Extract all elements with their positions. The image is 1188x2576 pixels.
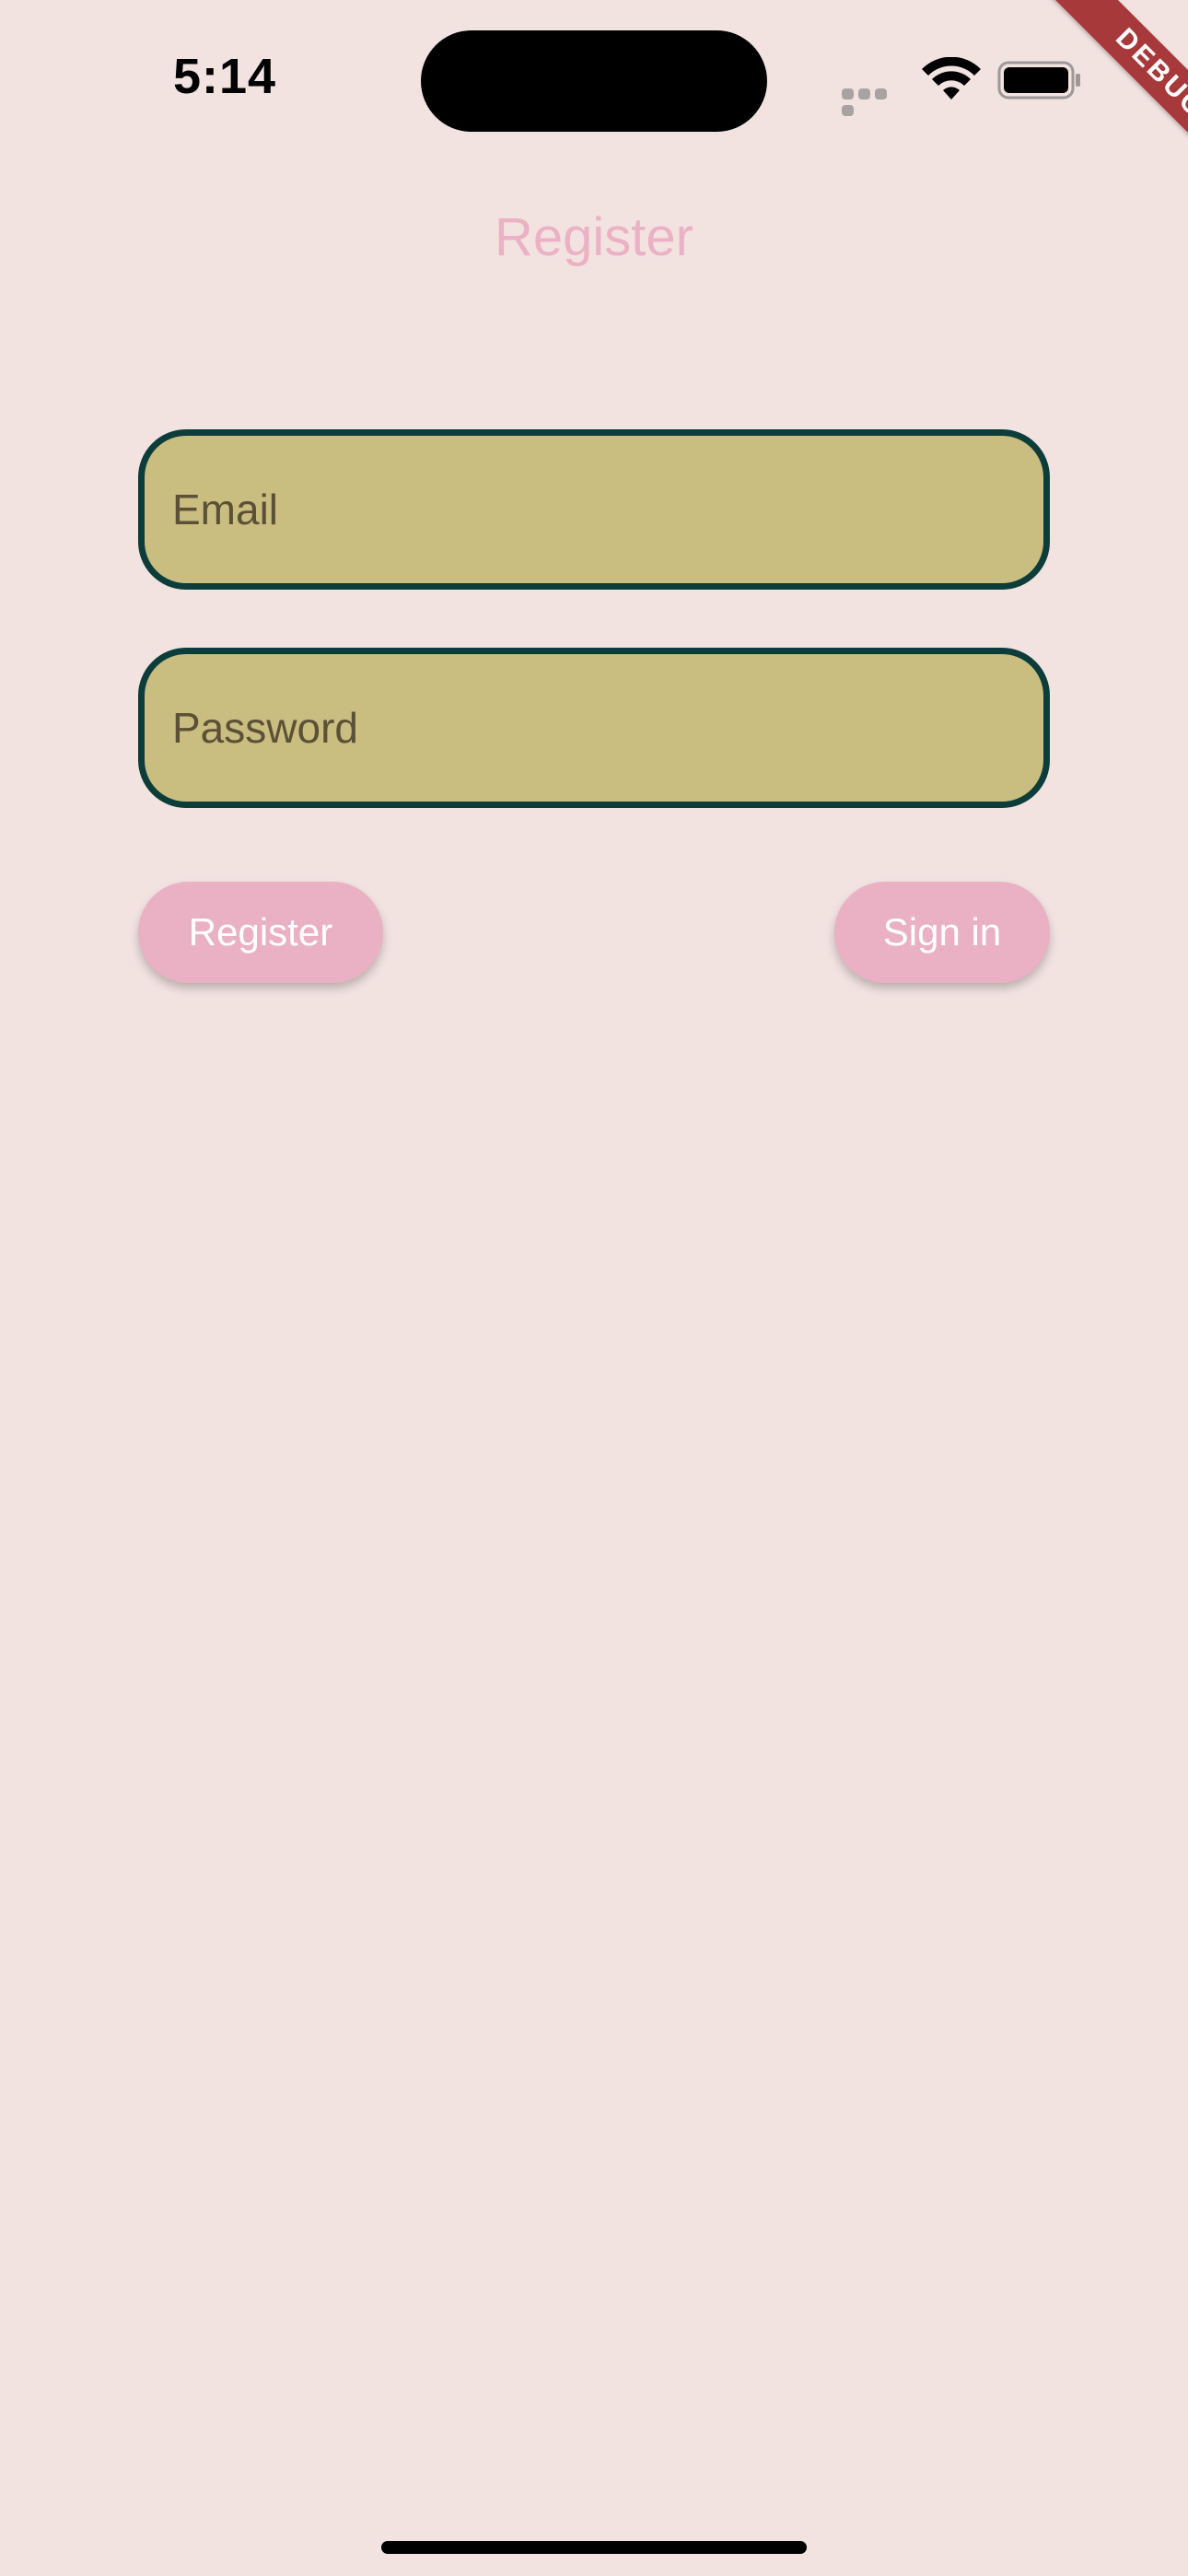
dynamic-island [421, 30, 767, 132]
cellular-signal-icon [842, 88, 906, 116]
password-field-container [138, 648, 1050, 808]
home-indicator[interactable] [381, 2541, 807, 2554]
email-field-container [138, 429, 1050, 590]
status-time: 5:14 [173, 49, 277, 104]
email-field[interactable] [145, 436, 1043, 583]
page-title: Register [495, 207, 693, 267]
debug-label: DEBUG [1040, 0, 1188, 184]
sign-in-button[interactable]: Sign in [834, 882, 1050, 983]
password-field[interactable] [145, 654, 1043, 802]
wifi-icon [922, 57, 981, 100]
debug-banner: DEBUG [1004, 0, 1188, 184]
register-button[interactable]: Register [138, 882, 383, 983]
